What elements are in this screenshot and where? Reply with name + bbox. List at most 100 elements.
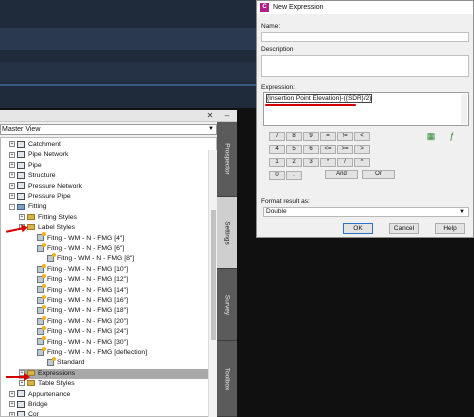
calc-button[interactable]: ^ [354, 158, 370, 167]
calc-button[interactable]: >= [337, 145, 353, 154]
calc-button[interactable]: 0 [269, 171, 285, 180]
expand-icon[interactable]: + [9, 193, 15, 200]
tree-item-label: Fitng - WM - N - FMG [24"] [47, 328, 128, 336]
tree-item-label: Fitng - WM - N - FMG [deflection] [47, 349, 148, 356]
calc-button[interactable]: 9 [303, 132, 319, 141]
tree-item-label: Pressure Network [28, 182, 83, 190]
tree-item[interactable]: Fitng - WM - N - FMG [deflection] [29, 346, 148, 358]
ok-button[interactable]: OK [343, 223, 373, 234]
calc-button[interactable]: 4 [269, 145, 285, 154]
calc-button[interactable]: 6 [303, 145, 319, 154]
label-style-icon [37, 305, 46, 315]
dialog-titlebar[interactable]: C New Expression [257, 1, 473, 14]
expand-icon[interactable]: + [9, 141, 15, 148]
view-selector[interactable]: Master View ▼ [0, 124, 217, 135]
format-select[interactable]: Double ▼ [263, 207, 469, 217]
name-field[interactable] [261, 32, 469, 42]
annotation-arrow [6, 373, 30, 381]
expression-editor[interactable]: {Insertion Point Elevation}-({SDR}/2) [263, 92, 469, 126]
tree-item[interactable]: + Catchment [9, 140, 61, 150]
expand-icon[interactable]: + [9, 172, 15, 179]
expression-scrollbar[interactable] [461, 94, 467, 124]
and-button[interactable]: And [325, 170, 358, 179]
settings-tree[interactable]: + Catchment + Pipe Network + Pipe + Structure + P… [0, 137, 217, 417]
tree-item[interactable]: Fitng - WM - N - FMG [8"] [39, 253, 135, 264]
calc-button[interactable]: <= [320, 145, 336, 154]
insert-property-icon[interactable]: ▦ [425, 131, 437, 142]
or-button[interactable]: Or [362, 170, 395, 179]
tree-item[interactable]: + Expressions [19, 368, 209, 379]
expand-icon[interactable]: + [9, 182, 15, 189]
cancel-button[interactable]: Cancel [389, 223, 419, 234]
tree-item[interactable]: + Pipe [9, 161, 42, 171]
tab-survey[interactable]: Survey [217, 269, 237, 341]
tree-item[interactable]: + Bridge [9, 400, 48, 410]
tree-item[interactable]: + Pressure Network [9, 182, 82, 192]
label-style-icon [37, 294, 46, 304]
description-label: Description [261, 46, 294, 53]
tree-item-label: Cor [28, 411, 39, 417]
tree-item-label: Fitng - WM - N - FMG [16"] [47, 297, 128, 304]
close-icon[interactable]: ✕ [205, 111, 215, 121]
tree-item[interactable]: + Pipe Network [9, 150, 68, 160]
calc-button[interactable]: = [320, 132, 336, 141]
tree-item-label: Fitting Styles [38, 213, 77, 221]
expand-icon[interactable]: + [9, 162, 15, 168]
insert-function-icon[interactable]: ƒ [446, 131, 458, 142]
dialog-title: New Expression [273, 4, 324, 11]
expand-icon[interactable]: + [9, 401, 15, 408]
calc-button[interactable]: 8 [286, 132, 302, 141]
tree-item[interactable]: Fitng - WM - N - FMG [6"] [29, 242, 125, 254]
toolspace-panel: ✕ – Master View ▼ + Catchment + Pipe Networ… [0, 110, 237, 417]
pipe-network-icon [17, 151, 25, 159]
expression-value: {Insertion Point Elevation}-({SDR}/2) [266, 94, 373, 103]
label-style-icon [37, 315, 46, 325]
tree-scrollbar[interactable] [208, 150, 217, 417]
structure-icon [17, 171, 25, 179]
calc-button[interactable]: . [286, 171, 302, 180]
calc-button[interactable]: 3 [303, 158, 319, 167]
chevron-down-icon[interactable]: ▼ [208, 125, 214, 134]
collapse-icon[interactable]: - [9, 203, 15, 210]
tree-item-label: Table Styles [38, 380, 75, 388]
tab-toolbox[interactable]: Toolbox [217, 341, 237, 417]
label-style-icon [47, 357, 56, 367]
tree-item[interactable]: + Appurtenance [9, 390, 70, 400]
tree-item[interactable]: + Structure [9, 171, 56, 181]
tree-item[interactable]: Fitng - WM - N - FMG [18"] [29, 305, 128, 316]
tree-item-label: Fitng - WM - N - FMG [8"] [57, 255, 135, 263]
help-button[interactable]: Help [435, 223, 465, 234]
expand-icon[interactable]: + [19, 214, 25, 220]
calc-button[interactable]: != [337, 132, 353, 141]
calc-button[interactable]: 7 [269, 132, 285, 141]
calc-button[interactable]: < [354, 132, 370, 141]
tree-item-label: Fitng - WM - N - FMG [6"] [47, 245, 125, 252]
minimize-icon[interactable]: – [222, 111, 232, 121]
description-field[interactable] [261, 55, 469, 77]
catchment-icon [17, 140, 25, 148]
calc-button[interactable]: 1 [269, 158, 285, 167]
expand-icon[interactable]: + [9, 390, 15, 397]
chevron-down-icon[interactable]: ▼ [459, 208, 465, 216]
scrollbar-thumb[interactable] [211, 210, 216, 340]
tree-item[interactable]: + Fitting Styles [19, 213, 77, 223]
expression-text: {Insertion Point Elevation}-({SDR}/2) [266, 94, 373, 103]
calc-button[interactable]: * [320, 158, 336, 167]
tree-item[interactable]: + Pressure Pipe [9, 192, 71, 202]
tab-survey-label: Survey [223, 294, 231, 315]
calc-button[interactable]: 5 [286, 145, 302, 154]
expand-icon[interactable]: + [9, 411, 15, 416]
expand-icon[interactable]: + [19, 380, 25, 387]
tree-item[interactable]: + Cor [9, 410, 39, 417]
calc-button[interactable]: 2 [286, 158, 302, 167]
calc-button[interactable]: > [354, 145, 370, 154]
tree-item[interactable]: - Fitting [9, 202, 47, 212]
calc-button[interactable]: / [337, 158, 353, 167]
expand-icon[interactable]: + [9, 151, 15, 158]
toolspace-titlebar[interactable]: ✕ – [0, 110, 237, 122]
tree-item[interactable]: Standard [39, 357, 85, 368]
tab-settings[interactable]: Settings [217, 197, 237, 269]
fitting-icon [17, 203, 25, 210]
tab-prospector[interactable]: Prospector [217, 122, 237, 197]
tree-item-label: Fitng - WM - N - FMG [30"] [47, 338, 128, 346]
